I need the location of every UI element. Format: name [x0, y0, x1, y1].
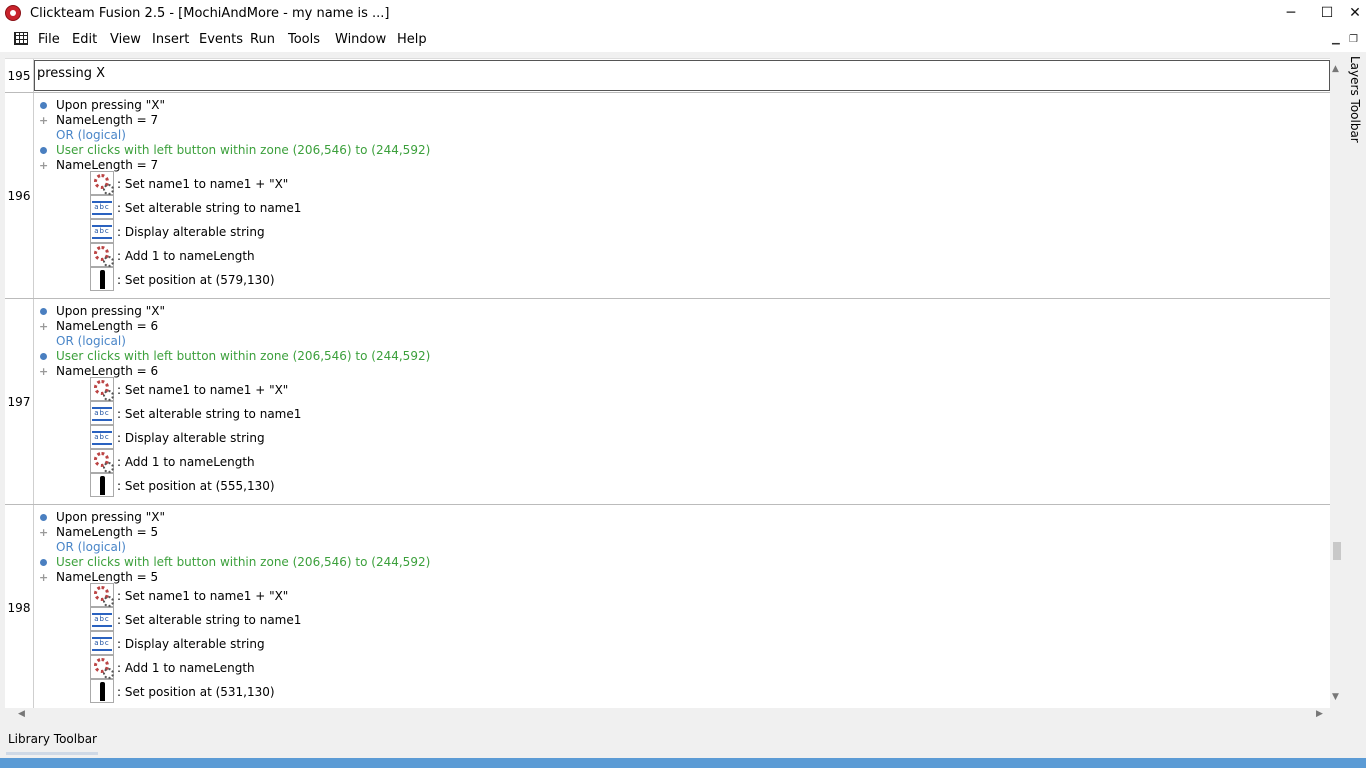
event-row[interactable]: 196 Upon pressing "X" + NameLength = 7 O… [5, 93, 1330, 299]
minimize-button[interactable]: ─ [1273, 0, 1309, 28]
gears-icon [90, 171, 114, 195]
condition-logical-or[interactable]: OR (logical) [56, 128, 126, 142]
scroll-right-arrow-icon[interactable]: ▶ [1316, 709, 1323, 719]
condition-bullet-icon [40, 514, 47, 521]
condition-key-press[interactable]: Upon pressing "X" [56, 98, 165, 112]
action-set-alterable-string[interactable]: : Set alterable string to name1 [117, 613, 301, 627]
string-object-icon [90, 607, 114, 631]
action-set-name[interactable]: : Set name1 to name1 + "X" [117, 383, 288, 397]
vertical-scrollbar[interactable] [1330, 58, 1344, 708]
active-object-icon [90, 473, 114, 497]
condition-plus-icon: + [39, 526, 49, 539]
menu-run[interactable]: Run [250, 32, 275, 47]
menu-window[interactable]: Window [335, 32, 386, 47]
action-add-name-length[interactable]: : Add 1 to nameLength [117, 661, 255, 675]
condition-name-length[interactable]: NameLength = 7 [56, 113, 158, 127]
close-button[interactable]: ✕ [1344, 0, 1366, 28]
comment-text: pressing X [37, 66, 105, 81]
menu-help[interactable]: Help [397, 32, 427, 47]
gears-icon [90, 243, 114, 267]
condition-plus-icon: + [39, 114, 49, 127]
condition-bullet-icon [40, 353, 47, 360]
condition-name-length[interactable]: NameLength = 5 [56, 570, 158, 584]
library-tab-indicator [6, 752, 98, 755]
action-set-alterable-string[interactable]: : Set alterable string to name1 [117, 201, 301, 215]
action-set-name[interactable]: : Set name1 to name1 + "X" [117, 589, 288, 603]
action-set-position[interactable]: : Set position at (531,130) [117, 685, 275, 699]
condition-mouse-click-zone[interactable]: User clicks with left button within zone… [56, 143, 430, 157]
string-object-icon [90, 219, 114, 243]
string-object-icon [90, 195, 114, 219]
action-add-name-length[interactable]: : Add 1 to nameLength [117, 455, 255, 469]
action-display-alterable-string[interactable]: : Display alterable string [117, 431, 265, 445]
action-set-alterable-string[interactable]: : Set alterable string to name1 [117, 407, 301, 421]
condition-mouse-click-zone[interactable]: User clicks with left button within zone… [56, 555, 430, 569]
window-title: Clickteam Fusion 2.5 - [MochiAndMore - m… [30, 6, 390, 21]
title-bar: Clickteam Fusion 2.5 - [MochiAndMore - m… [0, 0, 1366, 28]
string-object-icon [90, 631, 114, 655]
menu-view[interactable]: View [110, 32, 141, 47]
event-list-grid-icon[interactable] [14, 32, 28, 45]
condition-name-length[interactable]: NameLength = 5 [56, 525, 158, 539]
condition-name-length[interactable]: NameLength = 6 [56, 319, 158, 333]
condition-logical-or[interactable]: OR (logical) [56, 540, 126, 554]
comment-box[interactable] [34, 60, 1330, 91]
library-toolbar [0, 728, 1366, 758]
condition-mouse-click-zone[interactable]: User clicks with left button within zone… [56, 349, 430, 363]
action-display-alterable-string[interactable]: : Display alterable string [117, 225, 265, 239]
event-list-editor[interactable]: 195 pressing X 196 Upon pressing "X" + N… [5, 58, 1330, 708]
gears-icon [90, 583, 114, 607]
condition-bullet-icon [40, 147, 47, 154]
action-add-name-length[interactable]: : Add 1 to nameLength [117, 249, 255, 263]
action-set-position[interactable]: : Set position at (579,130) [117, 273, 275, 287]
menu-edit[interactable]: Edit [72, 32, 97, 47]
event-row[interactable]: 198 Upon pressing "X" + NameLength = 5 O… [5, 505, 1330, 708]
condition-plus-icon: + [39, 571, 49, 584]
condition-key-press[interactable]: Upon pressing "X" [56, 510, 165, 524]
scroll-down-arrow-icon[interactable]: ▼ [1332, 692, 1339, 702]
condition-plus-icon: + [39, 365, 49, 378]
active-object-icon [90, 267, 114, 291]
gears-icon [90, 449, 114, 473]
condition-plus-icon: + [39, 320, 49, 333]
condition-plus-icon: + [39, 159, 49, 172]
string-object-icon [90, 425, 114, 449]
gears-icon [90, 655, 114, 679]
condition-bullet-icon [40, 102, 47, 109]
comment-row[interactable]: 195 pressing X [5, 59, 1330, 93]
status-bar [0, 758, 1366, 768]
condition-key-press[interactable]: Upon pressing "X" [56, 304, 165, 318]
condition-logical-or[interactable]: OR (logical) [56, 334, 126, 348]
string-object-icon [90, 401, 114, 425]
horizontal-scrollbar[interactable] [5, 708, 1330, 722]
layers-toolbar-tab[interactable]: Layers Toolbar [1346, 56, 1366, 216]
action-set-position[interactable]: : Set position at (555,130) [117, 479, 275, 493]
clickteam-app-icon[interactable] [5, 5, 21, 21]
menu-file[interactable]: File [38, 32, 60, 47]
action-set-name[interactable]: : Set name1 to name1 + "X" [117, 177, 288, 191]
gears-icon [90, 377, 114, 401]
event-line-number: 198 [7, 601, 31, 615]
condition-name-length[interactable]: NameLength = 7 [56, 158, 158, 172]
scroll-left-arrow-icon[interactable]: ◀ [18, 709, 25, 719]
maximize-button[interactable]: ☐ [1309, 0, 1345, 28]
condition-bullet-icon [40, 308, 47, 315]
layers-toolbar-label: Layers Toolbar [1348, 56, 1362, 143]
action-display-alterable-string[interactable]: : Display alterable string [117, 637, 265, 651]
active-object-icon [90, 679, 114, 703]
library-toolbar-tab[interactable]: Library Toolbar [8, 732, 97, 746]
menu-insert[interactable]: Insert [152, 32, 189, 47]
menu-tools[interactable]: Tools [288, 32, 320, 47]
condition-bullet-icon [40, 559, 47, 566]
menu-events[interactable]: Events [199, 32, 243, 47]
event-row[interactable]: 197 Upon pressing "X" + NameLength = 6 O… [5, 299, 1330, 505]
event-line-number: 197 [7, 395, 31, 409]
event-line-number: 196 [7, 189, 31, 203]
mdi-restore-button[interactable]: ❐ [1349, 34, 1358, 45]
condition-name-length[interactable]: NameLength = 6 [56, 364, 158, 378]
scroll-up-arrow-icon[interactable]: ▲ [1332, 64, 1339, 74]
event-line-number: 195 [7, 69, 31, 83]
mdi-minimize-button[interactable]: ▁ [1332, 34, 1340, 45]
vertical-scroll-thumb[interactable] [1333, 542, 1341, 560]
